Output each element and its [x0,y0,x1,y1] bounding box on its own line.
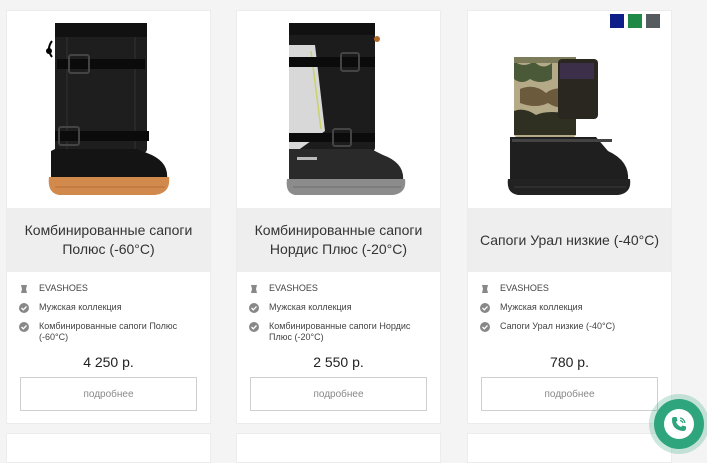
collection-label: Мужская коллекция [39,302,122,312]
brand-label: EVASHOES [39,283,88,293]
product-title[interactable]: Комбинированные сапоги Нордис Плюс (-20°… [237,208,440,272]
check-circle-icon [249,303,259,313]
model-row: Комбинированные сапоги Нордис Плюс (-20°… [249,321,432,343]
product-card[interactable]: Комбинированные сапоги Полюс (-60°С) EVA… [6,10,211,424]
model-row: Комбинированные сапоги Полюс (-60°С) [19,321,202,343]
product-title[interactable]: Комбинированные сапоги Полюс (-60°С) [7,208,210,272]
product-image[interactable] [7,11,210,207]
brand-row: EVASHOES [19,283,202,294]
product-card-next [6,433,211,463]
product-properties: EVASHOES Мужская коллекция Комбинированн… [19,283,202,351]
product-image[interactable] [237,11,440,207]
brand-row: EVASHOES [249,283,432,294]
collection-row: Мужская коллекция [19,302,202,313]
brand-row: EVASHOES [480,283,663,294]
brand-tag-icon [251,285,257,293]
check-circle-icon [480,303,490,313]
model-label: Комбинированные сапоги Полюс (-60°С) [39,321,178,342]
check-circle-icon [19,303,29,313]
product-image[interactable] [468,11,671,207]
call-button[interactable] [654,399,704,449]
brand-tag-icon [21,285,27,293]
collection-row: Мужская коллекция [480,302,663,313]
model-label: Комбинированные сапоги Нордис Плюс (-20°… [269,321,411,342]
brand-label: EVASHOES [269,283,318,293]
model-label: Сапоги Урал низкие (-40°С) [500,321,616,331]
collection-row: Мужская коллекция [249,302,432,313]
phone-call-icon [664,409,694,439]
details-button[interactable]: подробнее [481,377,658,411]
product-card-next [467,433,672,463]
collection-label: Мужская коллекция [269,302,352,312]
product-properties: EVASHOES Мужская коллекция Сапоги Урал н… [480,283,663,340]
check-circle-icon [249,322,259,332]
brand-label: EVASHOES [500,283,549,293]
product-price: 2 550 р. [313,354,364,370]
brand-tag-icon [482,285,488,293]
product-price: 4 250 р. [83,354,134,370]
product-title[interactable]: Сапоги Урал низкие (-40°С) [468,208,671,272]
check-circle-icon [480,322,490,332]
product-price: 780 р. [550,354,589,370]
product-properties: EVASHOES Мужская коллекция Комбинированн… [249,283,432,351]
model-row: Сапоги Урал низкие (-40°С) [480,321,663,332]
collection-label: Мужская коллекция [500,302,583,312]
product-card-next [236,433,441,463]
check-circle-icon [19,322,29,332]
details-button[interactable]: подробнее [250,377,427,411]
details-button[interactable]: подробнее [20,377,197,411]
product-card[interactable]: Комбинированные сапоги Нордис Плюс (-20°… [236,10,441,424]
product-card[interactable]: Сапоги Урал низкие (-40°С) EVASHOES Мужс… [467,10,672,424]
